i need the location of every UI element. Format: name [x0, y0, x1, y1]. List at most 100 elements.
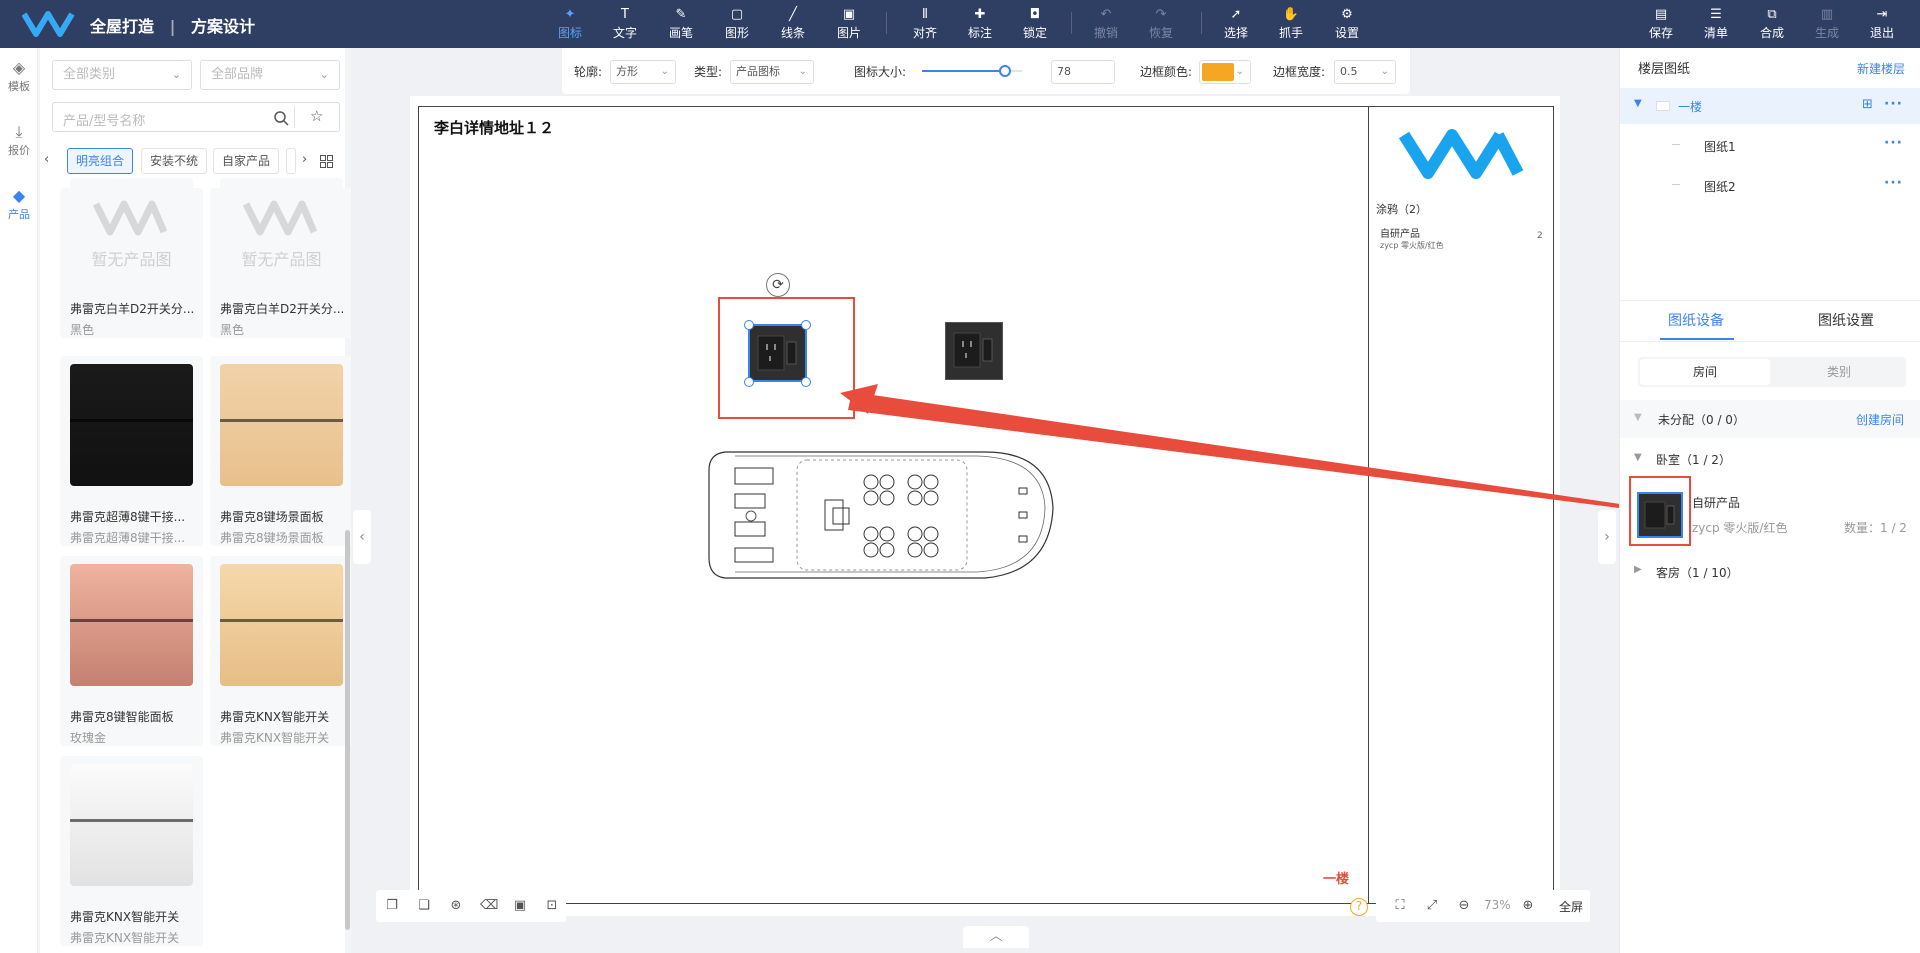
border-width-select[interactable]: 0.5 ⌄ [1334, 60, 1396, 84]
product-card[interactable]: 暂无产品图 弗雷克白羊D2开关分... 黑色 [60, 178, 203, 338]
chevron-right-icon[interactable]: › [302, 152, 307, 167]
collapse-left-button[interactable]: ‹ [353, 510, 371, 564]
tool-shape[interactable]: ▢ 图形 [714, 4, 760, 44]
filter-chip[interactable]: 明亮组合 [67, 148, 134, 174]
create-room-button[interactable]: 创建房间 [1856, 411, 1904, 428]
resize-handle[interactable] [801, 320, 811, 330]
floor-row[interactable]: ▼ 一楼 ⊞ ··· [1620, 88, 1920, 124]
sheet-label: 图纸2 [1704, 180, 1736, 194]
zoom-in-icon[interactable]: ⊕ [1520, 898, 1536, 914]
filter-chip[interactable]: 自家产品 [213, 148, 280, 174]
product-card[interactable]: 弗雷克8键智能面板 玫瑰金 [60, 556, 203, 746]
segment-room[interactable]: 房间 [1640, 359, 1770, 385]
filter-chip[interactable]: 安装不统 [141, 148, 208, 174]
slider-handle[interactable] [999, 65, 1011, 77]
chevron-left-icon[interactable]: ‹ [44, 152, 49, 167]
divider [1620, 300, 1920, 301]
product-panel: 全部类别 ⌄ 全部品牌 ⌄ 产品/型号名称 ☆ ‹ 明亮组合 安装不统 自家产品 ›… [40, 48, 353, 953]
copy-icon[interactable]: ❐ [384, 898, 400, 914]
tool-redo[interactable]: ↷ 恢复 [1138, 4, 1184, 44]
tool-align[interactable]: ⫴ 对齐 [902, 4, 948, 44]
panel-divider [220, 419, 343, 422]
tool-list[interactable]: ☰ 清单 [1693, 4, 1739, 44]
rotate-handle[interactable]: ⟳ [766, 273, 790, 297]
rail-item-layers[interactable]: ◈ 模板 [0, 58, 38, 94]
tool-pointer-shape[interactable]: ✦ 图标 [547, 4, 593, 44]
tool-compose[interactable]: ⧉ 合成 [1749, 4, 1795, 44]
add-sheet-icon[interactable]: ⊞ [1862, 97, 1873, 112]
size-input[interactable]: 78 [1051, 60, 1115, 84]
category-select[interactable]: 全部类别 ⌄ [52, 60, 192, 90]
more-icon[interactable]: ··· [1884, 175, 1903, 191]
segment-category[interactable]: 类别 [1774, 359, 1904, 385]
outline-select[interactable]: 方形 ⌄ [610, 60, 676, 84]
rail-item-download[interactable]: ⤓ 报价 [0, 122, 38, 158]
fullscreen-button[interactable]: 全屏 [1559, 898, 1583, 915]
tool-save[interactable]: ▤ 保存 [1638, 4, 1684, 44]
product-card[interactable]: 弗雷克KNX智能开关 弗雷克KNX智能开关 [210, 556, 353, 746]
product-subtitle: 弗雷克超薄8键干接... [70, 531, 186, 545]
resize-handle[interactable] [744, 320, 754, 330]
help-icon[interactable]: ? [1350, 898, 1368, 916]
star-icon[interactable]: ☆ [310, 107, 323, 125]
fit-screen-icon[interactable]: ⛶ [1392, 898, 1408, 914]
group-row-guestroom[interactable]: ▶ 客房（1 / 10） [1620, 561, 1920, 583]
search-icon[interactable] [273, 110, 289, 126]
more-icon[interactable]: ··· [1884, 135, 1903, 151]
search-divider [294, 106, 295, 128]
group-row-unassigned[interactable]: ▼ 未分配（0 / 0） 创建房间 [1620, 400, 1920, 438]
zoom-out-icon[interactable]: ⊖ [1456, 898, 1472, 914]
new-floor-button[interactable]: 新建楼层 [1857, 60, 1905, 77]
tool-label: 保存 [1648, 26, 1673, 40]
tool-label: 抓手 [1278, 26, 1303, 40]
collapse-right-button[interactable]: › [1598, 510, 1616, 564]
product-card[interactable]: 暂无产品图 弗雷克白羊D2开关分... 黑色 [210, 178, 353, 338]
tool-generate[interactable]: ▥ 生成 [1804, 4, 1850, 44]
tool-gear[interactable]: ⚙ 设置 [1324, 4, 1370, 44]
resize-handle[interactable] [801, 377, 811, 387]
socket-device[interactable] [945, 322, 1003, 380]
delete-icon[interactable]: ⌫ [480, 898, 498, 914]
tool-undo[interactable]: ↶ 撤销 [1083, 4, 1129, 44]
grid-icon[interactable] [320, 155, 333, 168]
product-card[interactable]: 弗雷克超薄8键干接... 弗雷克超薄8键干接... [60, 356, 203, 546]
tool-select[interactable]: ➚ 选择 [1213, 4, 1259, 44]
duplicate-icon[interactable]: ❏ [416, 898, 432, 914]
tool-text[interactable]: T 文字 [602, 4, 648, 44]
more-icon[interactable]: ··· [1884, 96, 1903, 112]
tool-brush[interactable]: ✎ 画笔 [658, 4, 704, 44]
product-card[interactable]: 弗雷克8键场景面板 弗雷克8键场景面板 [210, 356, 353, 546]
group-row-bedroom[interactable]: ▼ 卧室（1 / 2） [1620, 448, 1920, 470]
border-color-picker[interactable]: ⌄ [1199, 60, 1251, 84]
caret-down-icon[interactable]: ▼ [1634, 98, 1642, 109]
tool-label: 对齐 [912, 26, 937, 40]
fit-icon[interactable]: ⊡ [544, 898, 560, 914]
tool-line[interactable]: ╱ 线条 [770, 4, 816, 44]
tool-lock[interactable]: ◘ 锁定 [1012, 4, 1058, 44]
expand-bottom-button[interactable]: ︿ [963, 926, 1029, 948]
selected-socket-device[interactable] [748, 324, 807, 382]
size-slider[interactable] [922, 64, 1022, 78]
device-row[interactable]: 自研产品 zycp 零火版/红色 数量：1 / 2 [1620, 476, 1920, 546]
tab-sheet-devices[interactable]: 图纸设备 [1668, 310, 1724, 330]
bring-front-icon[interactable]: ▣ [512, 898, 528, 914]
product-card[interactable]: 弗雷克KNX智能开关 弗雷克KNX智能开关 [60, 756, 203, 946]
resize-handle[interactable] [744, 377, 754, 387]
expand-icon[interactable]: ⤢ [1424, 898, 1440, 914]
filter-chip-partial[interactable] [286, 148, 296, 174]
sheet-row[interactable]: 图纸2 ··· [1620, 170, 1920, 200]
tool-exit[interactable]: ⇥ 退出 [1859, 4, 1905, 44]
tool-image[interactable]: ▣ 图片 [826, 4, 872, 44]
rail-item-cube[interactable]: ◆ 产品 [0, 186, 38, 222]
tab-sheet-settings[interactable]: 图纸设置 [1818, 310, 1874, 330]
color-swatch [1202, 63, 1234, 81]
brand-select[interactable]: 全部品牌 ⌄ [200, 60, 340, 90]
type-select[interactable]: 产品图标 ⌄ [730, 60, 814, 84]
search-placeholder: 产品/型号名称 [63, 114, 146, 129]
product-thumbnail [70, 564, 193, 686]
group-icon[interactable]: ⊛ [448, 898, 464, 914]
tool-hand[interactable]: ✋ 抓手 [1268, 4, 1314, 44]
tool-pin[interactable]: ✚ 标注 [957, 4, 1003, 44]
product-search-input[interactable]: 产品/型号名称 ☆ [52, 102, 340, 132]
sheet-row[interactable]: 图纸1 ··· [1620, 130, 1920, 160]
